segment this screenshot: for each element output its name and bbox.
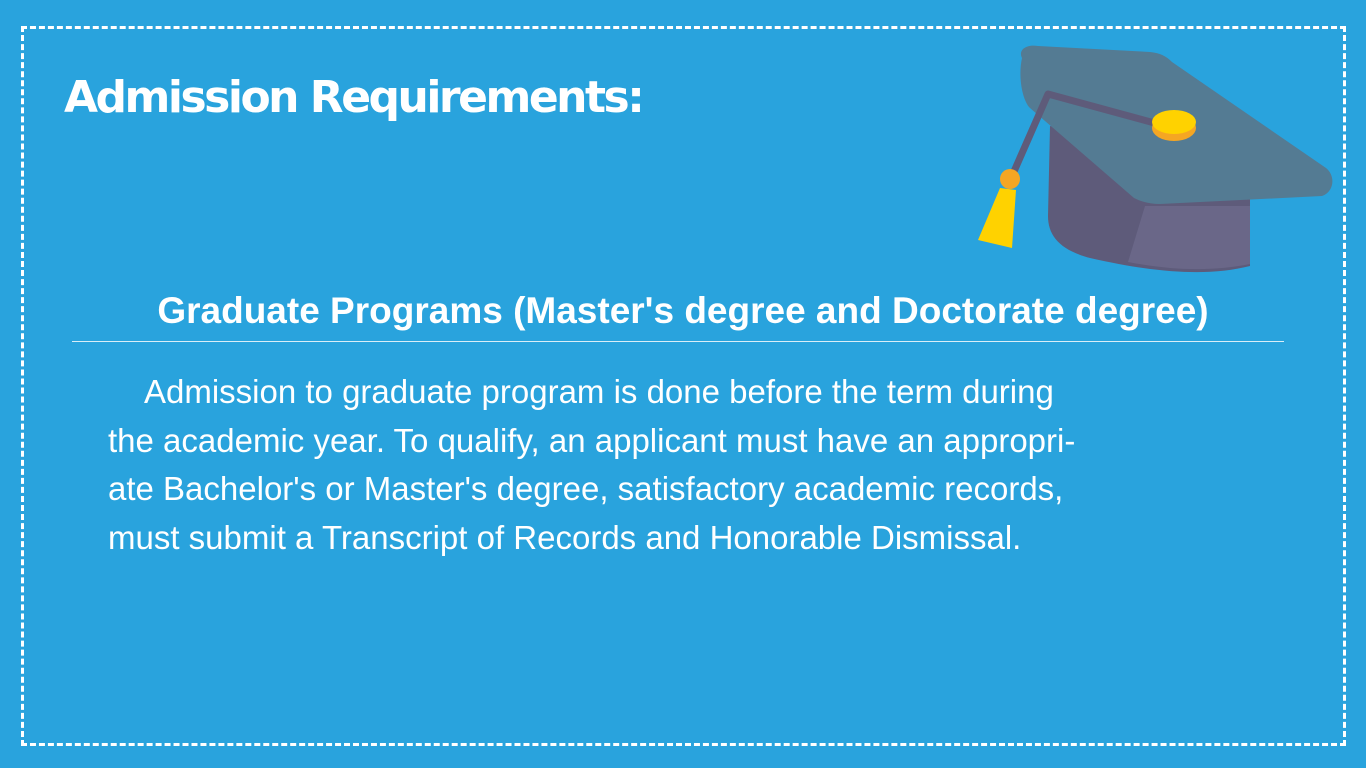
cap-button	[1152, 110, 1196, 134]
tassel-knot	[1000, 169, 1020, 189]
paragraph-line: must submit a Transcript of Records and …	[108, 518, 1022, 556]
divider-line	[72, 341, 1284, 342]
tassel	[978, 188, 1016, 248]
paragraph-line: ate Bachelor's or Master's degree, satis…	[108, 470, 1064, 507]
requirements-paragraph: Admission to graduate program is done be…	[108, 368, 1308, 562]
paragraph-line: the academic year. To qualify, an applic…	[108, 421, 1076, 459]
section-subtitle: Graduate Programs (Master's degree and D…	[157, 290, 1209, 331]
graduation-cap-icon	[978, 45, 1333, 273]
slide-title: Admission Requirements:	[64, 72, 645, 123]
cap-base-front	[1128, 206, 1250, 270]
paragraph-line: Admission to graduate program is done be…	[144, 373, 1054, 410]
